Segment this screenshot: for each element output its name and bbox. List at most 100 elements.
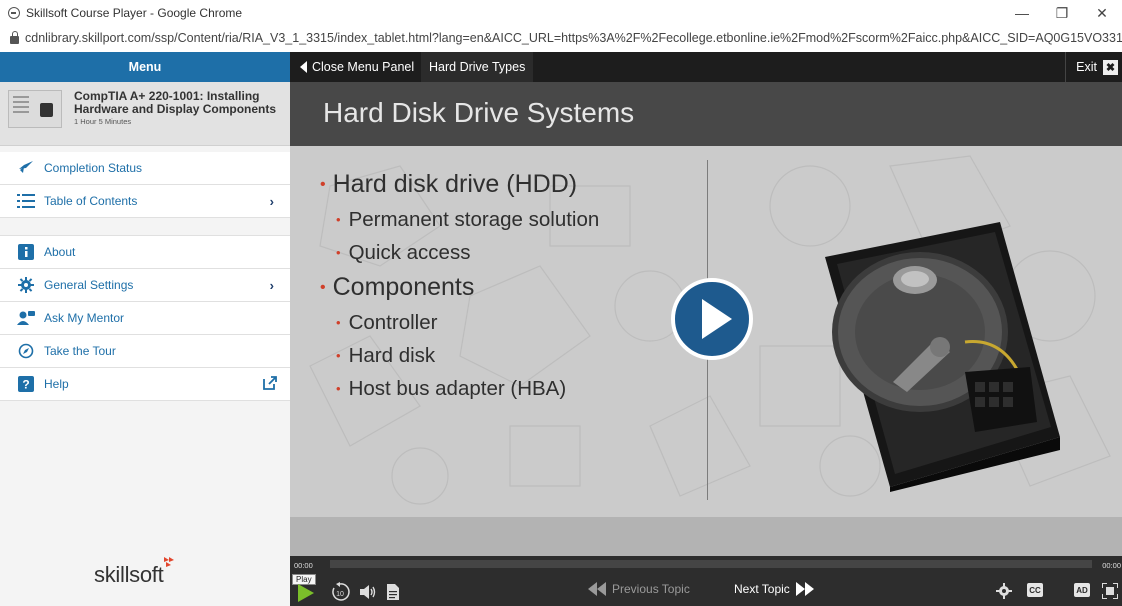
- course-duration: 1 Hour 5 Minutes: [74, 117, 132, 126]
- course-card: CompTIA A+ 220-1001: Installing Hardware…: [0, 82, 290, 146]
- completion-icon: [16, 158, 36, 178]
- course-thumbnail: [8, 90, 62, 128]
- bullet-text: Controller: [348, 311, 438, 334]
- next-topic-button[interactable]: Next Topic: [734, 582, 814, 596]
- progress-bar[interactable]: [330, 560, 1092, 568]
- time-total: 00:00: [1102, 561, 1121, 570]
- page-favicon-icon: [8, 7, 20, 19]
- bullet-text: Hard disk: [348, 344, 436, 367]
- bullet-item: • Components: [320, 269, 599, 306]
- exit-label: Exit: [1076, 60, 1097, 74]
- menu-header: Menu: [0, 52, 290, 82]
- bullet-text: Quick access: [348, 241, 471, 264]
- menu-panel: CompTIA A+ 220-1001: Installing Hardware…: [0, 82, 290, 606]
- info-icon: [16, 242, 36, 262]
- menu-item-label: General Settings: [44, 278, 134, 292]
- audio-button[interactable]: [360, 585, 376, 599]
- bullet-text: Host bus adapter (HBA): [348, 377, 567, 400]
- menu-item-table-of-contents[interactable]: Table of Contents ›: [0, 185, 290, 218]
- current-topic-tab: Hard Drive Types: [421, 52, 534, 82]
- fast-forward-icon: [795, 582, 814, 596]
- compass-icon: [16, 341, 36, 361]
- window-title: Skillsoft Course Player - Google Chrome: [26, 6, 243, 20]
- restore-button[interactable]: ❐: [1042, 0, 1082, 26]
- caret-left-icon: [300, 61, 307, 73]
- time-current: 00:00: [294, 561, 313, 570]
- exit-button[interactable]: Exit ✖: [1065, 52, 1122, 82]
- address-bar[interactable]: cdnlibrary.skillport.com/ssp/Content/ria…: [0, 26, 1122, 50]
- bullet-item: • Permanent storage solution: [320, 203, 599, 236]
- bullet-text: Components: [332, 273, 475, 301]
- close-menu-button[interactable]: Close Menu Panel: [300, 52, 414, 82]
- menu-item-about[interactable]: About: [0, 236, 290, 269]
- menu-item-label: Completion Status: [44, 161, 143, 175]
- menu-item-general-settings[interactable]: General Settings ›: [0, 269, 290, 302]
- gear-icon: [996, 583, 1012, 599]
- menu-item-label: Take the Tour: [44, 344, 116, 358]
- list-icon: [16, 191, 36, 211]
- external-link-icon[interactable]: [262, 375, 278, 391]
- chevron-right-icon: ›: [269, 278, 274, 293]
- bullet-text: Permanent storage solution: [348, 208, 600, 231]
- fullscreen-icon: [1102, 583, 1118, 599]
- slide-footer: [290, 517, 1122, 556]
- previous-topic-button[interactable]: Previous Topic: [588, 582, 690, 596]
- skillsoft-logo: skillsoft: [94, 557, 175, 588]
- url-text[interactable]: cdnlibrary.skillport.com/ssp/Content/ria…: [25, 31, 1122, 45]
- close-window-button[interactable]: ✕: [1082, 0, 1122, 26]
- replay-icon: 10: [332, 582, 350, 601]
- replay-10-button[interactable]: 10: [330, 582, 350, 602]
- menu-item-completion-status[interactable]: Completion Status: [0, 152, 290, 185]
- bullet-text: Hard disk drive (HDD): [332, 170, 578, 198]
- gear-icon: [16, 275, 36, 295]
- bullet-item: • Quick access: [320, 236, 599, 269]
- window-controls: — ❐ ✕: [1002, 0, 1122, 26]
- close-icon: ✖: [1103, 59, 1118, 75]
- replay-label: 10: [336, 591, 344, 598]
- bullet-item: • Hard disk: [320, 339, 599, 372]
- course-title: CompTIA A+ 220-1001: Installing Hardware…: [74, 89, 277, 116]
- player-topbar: Menu Close Menu Panel Hard Drive Types E…: [0, 52, 1122, 82]
- transcript-button[interactable]: [387, 584, 399, 600]
- closed-captions-button[interactable]: CC: [1027, 583, 1043, 597]
- cc-label: CC: [1027, 583, 1043, 597]
- logo-mark-icon: [164, 557, 175, 567]
- menu-item-label: Table of Contents: [44, 194, 138, 208]
- chevron-right-icon: ›: [269, 194, 274, 209]
- menu-separator: [0, 218, 290, 236]
- svg-text:?: ?: [22, 378, 29, 392]
- play-icon: [298, 584, 314, 602]
- big-play-button[interactable]: [670, 277, 754, 361]
- menu-item-ask-my-mentor[interactable]: Ask My Mentor: [0, 302, 290, 335]
- ad-label: AD: [1074, 583, 1090, 597]
- help-icon: ?: [16, 374, 36, 394]
- slide-header: Hard Disk Drive Systems: [290, 82, 1122, 146]
- slide-bullet-list: • Hard disk drive (HDD) • Permanent storag…: [320, 166, 599, 405]
- play-button[interactable]: [298, 584, 314, 602]
- bullet-item: • Controller: [320, 306, 599, 339]
- lock-icon: [10, 31, 19, 44]
- fullscreen-button[interactable]: [1102, 583, 1118, 599]
- bullet-item: • Host bus adapter (HBA): [320, 372, 599, 405]
- menu-item-label: Help: [44, 377, 69, 391]
- logo-text: skillsoft: [94, 562, 164, 587]
- player-controls: 00:00 00:00 Play 10 Previous Topic Next …: [290, 556, 1122, 606]
- slide-title: Hard Disk Drive Systems: [323, 97, 635, 128]
- menu-header-label: Menu: [128, 60, 162, 74]
- minimize-button[interactable]: —: [1002, 0, 1042, 26]
- bullet-item: • Hard disk drive (HDD): [320, 166, 599, 203]
- previous-topic-label: Previous Topic: [612, 582, 690, 596]
- menu-item-take-the-tour[interactable]: Take the Tour: [0, 335, 290, 368]
- next-topic-label: Next Topic: [734, 582, 790, 596]
- browser-titlebar: Skillsoft Course Player - Google Chrome …: [0, 0, 1122, 26]
- player-settings-button[interactable]: [996, 583, 1012, 599]
- mentor-icon: [16, 308, 36, 328]
- volume-icon: [360, 585, 376, 599]
- slide-stage: Hard Disk Drive Systems • Hard disk driv…: [290, 82, 1122, 556]
- app-window: Skillsoft Course Player - Google Chrome …: [0, 0, 1122, 606]
- audio-description-button[interactable]: AD: [1074, 583, 1090, 597]
- menu-item-label: About: [44, 245, 76, 259]
- hard-drive-illustration: [825, 222, 1060, 492]
- current-topic-label: Hard Drive Types: [429, 60, 526, 74]
- menu-item-help[interactable]: ? Help: [0, 368, 290, 401]
